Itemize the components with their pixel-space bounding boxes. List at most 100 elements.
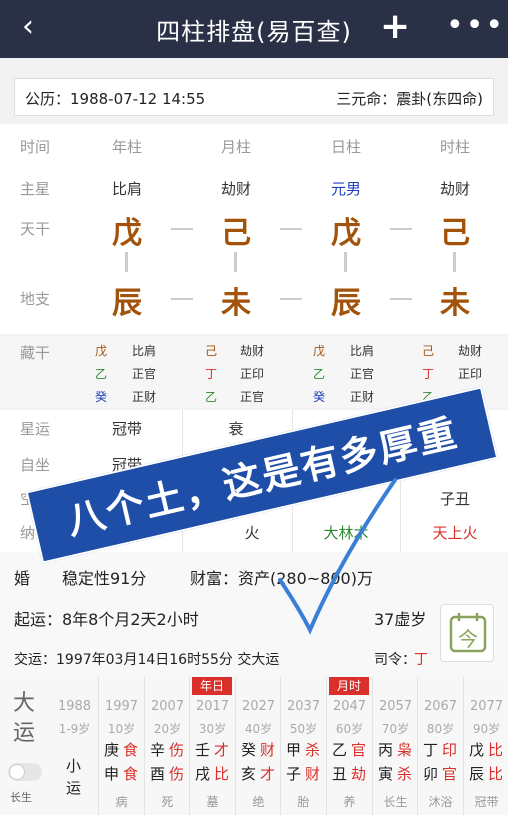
jiaoyun-text: 交运：1997年03月14日16时55分 交大运 [14,652,280,668]
dayun-item[interactable]: 2007 20岁辛伤酉伤死 [145,677,190,815]
dayun-age: 30岁 [198,722,227,736]
connector [280,228,302,230]
dayun-tag: 年日 [192,677,232,695]
canggan-ss: 劫财 [458,344,483,358]
col-head-hour: 时柱 [439,138,470,156]
dayun-stage: 沐浴 [428,795,453,809]
dayun-zhi-shishen: 财 [305,765,321,783]
dayun-zhi-shishen: 伤 [169,765,185,783]
canggan-ss: 比肩 [350,344,375,358]
canggan-gan: 乙 [422,390,435,404]
xingyun-year: 冠带 [111,420,142,438]
divider [235,677,236,815]
dayun-gan: 乙 [332,741,348,759]
zhuxing-month: 劫财 [220,180,251,198]
canggan-gan: 乙 [205,390,218,404]
dayun-year: 2017 [195,699,230,714]
canggan-ss: 正官 [350,367,375,381]
dayun-zhi: 酉 [150,765,166,783]
canggan-gan: 戊 [313,344,326,358]
dayun-zhi-shishen: 食 [123,765,139,783]
dayun-zhi: 申 [104,765,120,783]
dayun-item[interactable]: 月时 2047 60岁乙官丑劫养 [327,677,372,815]
tiangan-day: 戊 [331,216,361,251]
divider [417,677,418,815]
dayun-gan-shishen: 财 [260,741,276,759]
canggan-gan: 己 [422,344,435,358]
divider [326,677,327,815]
dayun-year: 2007 [150,699,185,714]
tiangan-year: 戊 [112,216,142,251]
canggan-ss: 正财 [132,390,157,404]
connector [171,298,193,300]
divider [463,677,464,815]
dayun-gan: 庚 [104,741,120,759]
dayun-zhi-shishen: 比 [488,765,504,783]
divider [182,410,183,552]
xingyun-day: 冠带 [330,420,361,438]
dayun-item[interactable]: 2037 50岁甲杀子财胎 [281,677,326,815]
zizuo-month: 冠带 [220,456,251,474]
divider [144,677,145,815]
dayun-item[interactable]: 2067 80岁丁印卯官沐浴 [418,677,463,815]
zhuxing-hour: 劫财 [439,180,470,198]
dayun-gan-shishen: 杀 [305,741,321,759]
dayun-stage: 死 [161,795,174,809]
siling-value: 丁 [414,652,428,668]
canggan-gan: 己 [205,344,218,358]
dayun-gan: 丙 [378,741,394,759]
canggan-ss: 正印 [240,367,265,381]
dayun-zhi-shishen: 杀 [397,765,413,783]
qiyun-text: 起运：8年8个月2天2小时 [14,610,199,629]
canggan-ss: 正官 [132,367,157,381]
dizhi-year: 辰 [112,286,142,321]
dayun-item[interactable]: 年日 2017 30岁壬才戌比墓 [190,677,235,815]
dayun-label-col: 大运 长生 [0,677,50,815]
xiaoyun-label: 小运 [66,757,82,797]
canggan-gan: 癸 [313,390,326,404]
dayun-zhi: 亥 [241,765,257,783]
canggan-gan: 丁 [205,367,218,381]
dayun-gan-shishen: 官 [351,741,367,759]
toggle-knob [9,764,25,780]
dayun-item[interactable]: 2057 70岁丙枭寅杀长生 [373,677,418,815]
divider [372,677,373,815]
dayun-stage: 胎 [297,795,310,809]
row-label-zhuxing: 主星 [20,180,51,198]
dayun-year: 2067 [423,699,458,714]
col-head-day: 日柱 [330,138,361,156]
dayun-stage: 绝 [252,795,265,809]
dayun-year: 1988 [57,699,92,714]
zizuo-year: 冠带 [111,456,142,474]
connector [453,252,456,272]
connector [171,228,193,230]
plus-icon[interactable]: + [380,6,410,47]
xiaoyun-col[interactable]: 1988 1-9岁 小运 [52,677,97,815]
dayun-stage: 长生 [383,795,408,809]
canggan-section: 藏干 戊 比肩 乙 正官 癸 正财 己 劫财 丁 正印 乙 正官 戊 比肩 乙 … [0,336,508,408]
canggan-gan: 乙 [313,367,326,381]
dayun-zhi: 子 [286,765,302,783]
star-section: 星运 自坐 空亡 纳 冠带 衰 冠带 衰 冠带 冠带 戌亥 子丑 火 大林木 天… [0,410,508,552]
dayun-item[interactable]: 1997 10岁庚食申食病 [99,677,144,815]
dayun-zhi: 丑 [332,765,348,783]
dayun-item[interactable]: 2027 40岁癸财亥才绝 [236,677,281,815]
calendar-button[interactable]: 今 [440,604,494,662]
changsheng-label: 长生 [10,791,32,804]
connector [125,252,128,272]
zhuxing-year: 比肩 [111,180,142,198]
dayun-gan-shishen: 印 [442,741,458,759]
dayun-year: 1997 [104,699,139,714]
dayun-gan: 丁 [423,741,439,759]
dayun-stage: 冠带 [474,795,499,809]
dayun-label: 大运 [12,691,35,746]
more-icon[interactable]: ••• [446,8,505,43]
dayun-year: 2057 [378,699,413,714]
page-title: 四柱排盘(易百查) [156,18,352,46]
dayun-item[interactable]: 2077 90岁戊比辰比冠带 [464,677,508,815]
marriage-value: 稳定性91分 [62,569,147,588]
divider [189,677,190,815]
dayun-year: 2047 [332,699,367,714]
connector [390,298,412,300]
canggan-gan: 戊 [95,344,108,358]
